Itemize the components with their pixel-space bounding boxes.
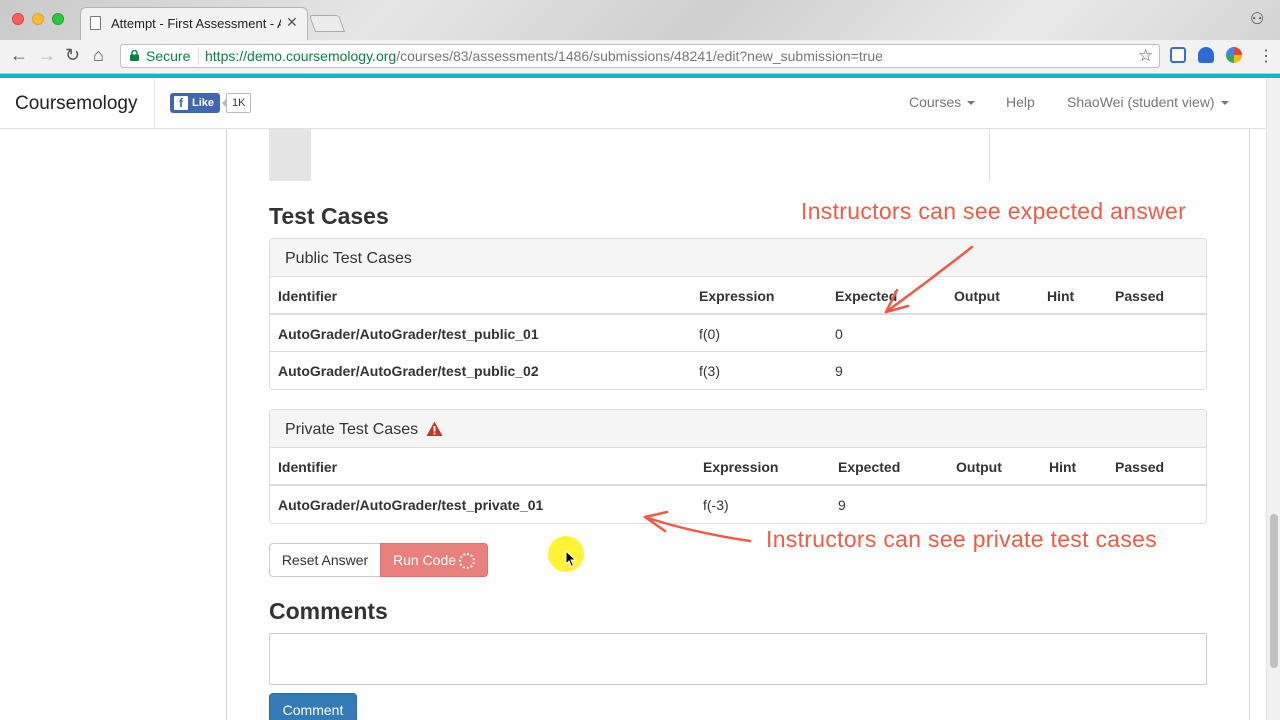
test-expected: 9 [838,497,846,513]
browser-menu-icon[interactable]: ⋮ [1258,46,1274,66]
address-bar[interactable]: Secure https://demo.coursemology.org/cou… [120,44,1160,68]
url-host: demo.coursemology.org [247,48,397,64]
column-header: Output [954,288,1000,304]
test-expression: f(0) [699,326,720,342]
nav-help-link[interactable]: Help [1006,94,1035,110]
test-expression: f(-3) [703,497,729,513]
code-editor-divider [989,129,990,182]
column-header: Passed [1115,288,1165,304]
table-row: AutoGrader/AutoGrader/test_private_01 f(… [270,486,1206,523]
test-identifier: AutoGrader/AutoGrader/test_public_01 [278,326,539,342]
run-code-button[interactable]: Run Code [380,543,488,577]
panel-heading: Public Test Cases [270,239,1206,277]
test-cases-heading: Test Cases [269,203,389,229]
run-code-label: Run Code [393,552,457,568]
column-header: Expected [838,459,901,475]
content-panel-border [226,129,227,720]
color-extension-icon[interactable] [1226,47,1242,63]
public-test-cases-title: Public Test Cases [285,250,412,267]
window-maximize-button[interactable] [52,13,64,25]
window-minimize-button[interactable] [32,13,44,25]
warning-triangle-icon [426,421,443,436]
annotation-private-test-cases: Instructors can see private test cases [766,526,1158,552]
scrollbar-thumb[interactable] [1270,514,1278,668]
nav-courses-label: Courses [909,94,962,110]
column-header: Expression [703,459,779,475]
page-scrollbar[interactable] [1266,78,1280,720]
annotation-expected-answer: Instructors can see expected answer [801,198,1187,224]
reload-icon[interactable]: ↻ [65,45,80,66]
test-identifier: AutoGrader/AutoGrader/test_public_02 [278,363,539,379]
facebook-like-label: Like [192,97,215,109]
window-close-button[interactable] [12,13,24,25]
browser-toolbar: ← → ↻ ⌂ Secure https://demo.coursemology… [0,40,1280,74]
url-divider [198,47,199,65]
url-path: /courses/83/assessments/1486/submissions… [396,48,883,64]
column-header: Expression [699,288,775,304]
column-header: Expected [835,288,898,304]
comments-heading: Comments [269,598,388,624]
private-test-cases-panel: Private Test Cases Identifier Expression… [269,409,1207,524]
code-editor-gutter [269,129,311,181]
column-header: Identifier [278,459,338,475]
download-extension-icon[interactable] [1198,47,1214,63]
url-text: https://demo.coursemology.org/courses/83… [205,48,883,64]
table-row: AutoGrader/AutoGrader/test_public_01 f(0… [270,315,1206,352]
brand-logo[interactable]: Coursemology [15,93,138,115]
browser-tab-active[interactable]: Attempt - First Assessment - A ✕ [80,7,308,40]
tab-close-icon[interactable]: ✕ [286,14,298,31]
test-expected: 9 [835,363,843,379]
cast-extension-icon[interactable] [1170,47,1186,63]
panel-heading: Private Test Cases [270,410,1206,448]
nav-user-label: ShaoWei (student view) [1067,94,1215,110]
lock-icon [130,50,139,61]
table-row: AutoGrader/AutoGrader/test_public_02 f(3… [270,352,1206,389]
tab-title: Attempt - First Assessment - A [111,16,281,31]
column-header: Output [956,459,1002,475]
secure-label: Secure [146,48,191,64]
column-header: Passed [1115,459,1165,475]
facebook-icon: f [174,96,188,110]
test-expected: 0 [835,326,843,342]
app-navbar: Coursemology f Like 1K Courses Help Shao… [0,78,1266,129]
profile-incognito-icon[interactable]: ⚇ [1250,9,1264,29]
table-header-row: Identifier Expression Expected Output Hi… [270,448,1206,486]
nav-user-dropdown[interactable]: ShaoWei (student view) [1067,94,1229,110]
column-header: Identifier [278,288,338,304]
facebook-like-button[interactable]: f Like [170,93,220,113]
caret-down-icon [1220,101,1229,106]
test-identifier: AutoGrader/AutoGrader/test_private_01 [278,497,544,513]
back-arrow-icon[interactable]: ← [10,45,28,66]
bookmark-star-icon[interactable]: ☆ [1138,46,1153,66]
private-test-cases-title: Private Test Cases [285,421,419,438]
nav-courses-dropdown[interactable]: Courses [909,94,976,110]
test-expression: f(3) [699,363,720,379]
facebook-like-count: 1K [221,93,252,113]
browser-tab-strip: Attempt - First Assessment - A ✕ ⚇ [0,0,1280,40]
column-header: Hint [1049,459,1077,475]
table-header-row: Identifier Expression Expected Output Hi… [270,277,1206,315]
mouse-pointer-icon [565,550,577,568]
forward-arrow-icon[interactable]: → [38,45,56,66]
home-icon[interactable]: ⌂ [93,45,104,66]
public-test-cases-panel: Public Test Cases Identifier Expression … [269,238,1207,390]
column-header: Hint [1047,288,1075,304]
reset-answer-button[interactable]: Reset Answer [269,543,381,577]
comment-textarea[interactable] [269,633,1207,685]
loading-spinner-icon [459,553,475,569]
navbar-divider [154,78,155,129]
comment-submit-button[interactable]: Comment [269,693,357,720]
content-panel-border [1249,129,1250,720]
document-icon [90,16,101,30]
url-scheme: https:// [205,48,248,64]
caret-down-icon [967,101,976,106]
new-tab-button[interactable] [308,15,346,32]
